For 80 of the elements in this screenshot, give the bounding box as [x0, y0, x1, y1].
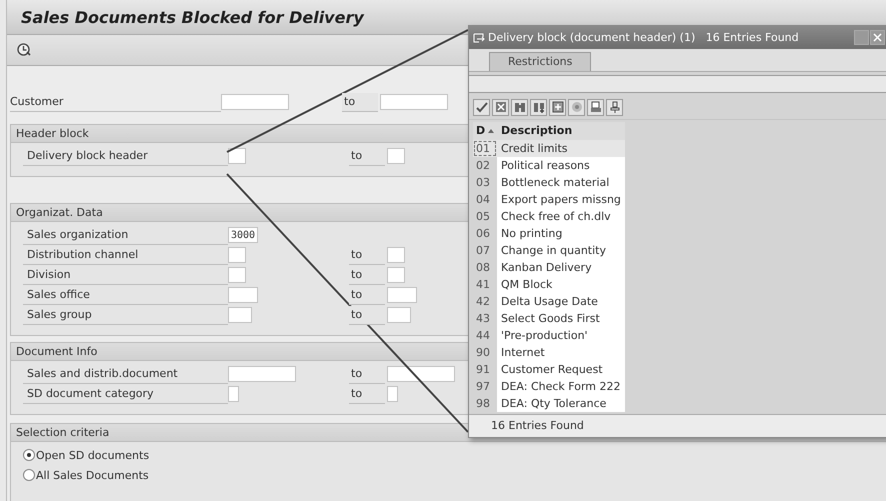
input-field[interactable]: [380, 94, 448, 110]
field-label: Sales organization: [23, 226, 228, 244]
code-cell[interactable]: 02: [473, 157, 497, 174]
input-field[interactable]: [387, 386, 398, 402]
input-field[interactable]: [228, 267, 246, 283]
execute-icon[interactable]: [17, 43, 31, 57]
description-cell[interactable]: Delta Usage Date: [497, 293, 625, 310]
code-cell[interactable]: 06: [473, 225, 497, 242]
input-field[interactable]: [387, 366, 455, 382]
to-label: to: [342, 92, 378, 112]
field-label: Customer: [10, 92, 221, 112]
dialog-icon: [473, 32, 485, 42]
description-cell[interactable]: Kanban Delivery: [497, 259, 625, 276]
input-field[interactable]: [387, 287, 417, 303]
dialog-title: Delivery block (document header) (1) 16 Entries Found: [488, 31, 799, 44]
code-cell[interactable]: 01: [473, 140, 497, 157]
field-label: SD document category: [23, 384, 228, 404]
pin-icon[interactable]: [606, 98, 623, 116]
code-cell[interactable]: 07: [473, 242, 497, 259]
description-cell[interactable]: Change in quantity: [497, 242, 625, 259]
input-field[interactable]: [228, 247, 246, 263]
binoculars-plus-icon[interactable]: [530, 98, 547, 116]
field-label: Distribution channel: [23, 246, 228, 264]
description-cell[interactable]: 'Pre-production': [497, 327, 625, 344]
input-field[interactable]: [228, 148, 246, 164]
input-field[interactable]: [228, 366, 296, 382]
radio-option[interactable]: All Sales Documents: [23, 465, 886, 485]
code-cell[interactable]: 03: [473, 174, 497, 191]
collapse-bar[interactable]: [469, 75, 886, 93]
description-cell[interactable]: Select Goods First: [497, 310, 625, 327]
code-cell[interactable]: 44: [473, 327, 497, 344]
status-bar: 16 Entries Found: [469, 414, 886, 437]
code-cell[interactable]: 05: [473, 208, 497, 225]
description-cell[interactable]: DEA: Check Form 222: [497, 378, 625, 395]
to-label: to: [349, 306, 385, 324]
description-cell[interactable]: Credit limits: [497, 140, 625, 157]
description-cell[interactable]: No printing: [497, 225, 625, 242]
input-field[interactable]: 3000: [228, 227, 258, 243]
input-field[interactable]: [387, 267, 405, 283]
description-cell[interactable]: QM Block: [497, 276, 625, 293]
radio-button[interactable]: [23, 449, 35, 461]
minimize-button[interactable]: [854, 30, 869, 45]
input-field[interactable]: [387, 307, 411, 323]
field-label: Sales group: [23, 306, 228, 324]
field-label: Division: [23, 266, 228, 284]
save-icon[interactable]: [549, 98, 566, 116]
input-field[interactable]: [228, 307, 252, 323]
input-field[interactable]: [228, 287, 258, 303]
field-label: Sales and distrib.document: [23, 364, 228, 384]
check-icon[interactable]: [473, 98, 490, 116]
code-cell[interactable]: 98: [473, 395, 497, 412]
field-label: Sales office: [23, 286, 228, 304]
description-cell[interactable]: Customer Request: [497, 361, 625, 378]
binoculars-icon[interactable]: [511, 98, 528, 116]
description-cell[interactable]: DEA: Qty Tolerance: [497, 395, 625, 412]
description-cell[interactable]: Check free of ch.dlv: [497, 208, 625, 225]
restrictions-tab[interactable]: Restrictions: [489, 52, 592, 71]
code-cell[interactable]: 42: [473, 293, 497, 310]
radio-button[interactable]: [23, 469, 35, 481]
input-field[interactable]: [387, 148, 405, 164]
radio-option[interactable]: Open SD documents: [23, 445, 886, 465]
description-cell[interactable]: Political reasons: [497, 157, 625, 174]
radio-label: All Sales Documents: [36, 468, 149, 482]
printer-icon[interactable]: [587, 98, 604, 116]
radio-label: Open SD documents: [36, 448, 150, 462]
input-field[interactable]: [228, 386, 239, 402]
code-cell[interactable]: 43: [473, 310, 497, 327]
window-title: Sales Documents Blocked for Delivery: [21, 8, 364, 26]
code-cell[interactable]: 08: [473, 259, 497, 276]
description-cell[interactable]: Bottleneck material: [497, 174, 625, 191]
description-cell[interactable]: Internet: [497, 344, 625, 361]
code-cell[interactable]: 91: [473, 361, 497, 378]
cancel-icon[interactable]: [492, 98, 509, 116]
field-label: Delivery block header: [23, 146, 228, 166]
input-field[interactable]: [387, 247, 405, 263]
code-cell[interactable]: 41: [473, 276, 497, 293]
code-cell[interactable]: 90: [473, 344, 497, 361]
code-cell[interactable]: 97: [473, 378, 497, 395]
description-cell[interactable]: Export papers missng: [497, 191, 625, 208]
input-field[interactable]: [221, 94, 289, 110]
